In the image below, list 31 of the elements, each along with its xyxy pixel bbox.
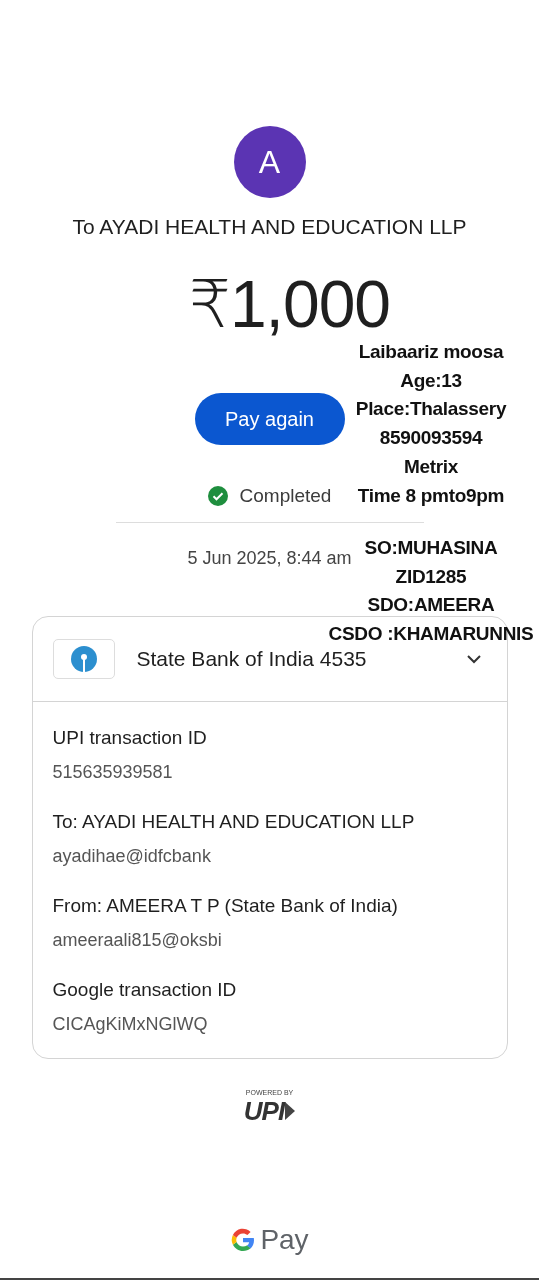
overlay-note: Age:13 [400, 368, 462, 393]
bank-logo-icon [52, 639, 115, 679]
pay-again-button[interactable]: Pay again [194, 393, 345, 445]
arrow-icon [285, 1102, 296, 1120]
transaction-date: 5 Jun 2025, 8:44 am [187, 547, 352, 569]
detail-label: Google transaction ID [52, 978, 238, 1002]
amount: ₹1,000 [188, 272, 391, 336]
brand-text: Pay [260, 1225, 309, 1255]
overlay-note: 8590093594 [379, 426, 483, 451]
upi-logo: UPI [243, 1097, 285, 1125]
overlay-note: ZID1285 [395, 564, 467, 589]
overlay-note: CSDO :KHAMARUNNIS [328, 622, 534, 647]
detail-label: To: AYADI HEALTH AND EDUCATION LLP [52, 810, 416, 834]
detail-label: UPI transaction ID [52, 726, 208, 750]
g-logo-icon [230, 1227, 257, 1253]
overlay-note: Place:Thalassery [355, 397, 507, 422]
detail-value: ameeraali815@oksbi [52, 929, 223, 951]
overlay-note: SDO:AMEERA [367, 593, 495, 618]
payee-title: To AYADI HEALTH AND EDUCATION LLP [72, 214, 467, 240]
chevron-icon[interactable] [466, 654, 481, 664]
bank-account: State Bank of India 4535 [136, 647, 368, 671]
detail-value: ayadihae@idfcbank [52, 845, 212, 867]
detail-label: From: AMEERA T P (State Bank of India) [52, 894, 399, 918]
detail-value: 515635939581 [52, 761, 174, 783]
overlay-note: Laibaariz moosa [358, 340, 504, 364]
overlay-note: Time 8 pmto9pm [357, 483, 505, 508]
status-text: Completed [239, 485, 332, 507]
avatar: A [233, 126, 306, 198]
overlay-note: SO:MUHASINA [364, 536, 498, 560]
detail-value: CICAgKiMxNGlWQ [52, 1013, 209, 1035]
overlay-note: Metrix [403, 454, 459, 479]
